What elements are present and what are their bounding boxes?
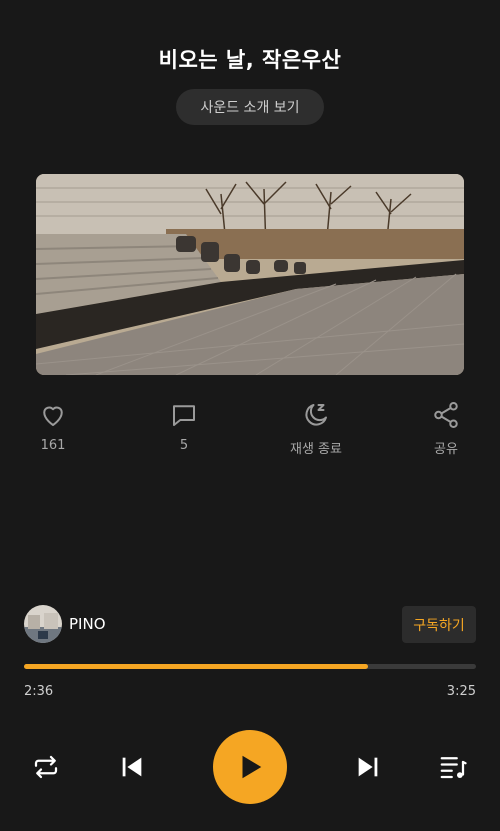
repeat-button[interactable] bbox=[30, 751, 62, 783]
like-count: 161 bbox=[40, 438, 66, 453]
share-icon bbox=[434, 402, 458, 428]
creator-info[interactable]: PINO bbox=[24, 605, 106, 643]
comment-button[interactable]: 5 bbox=[144, 400, 224, 453]
play-icon bbox=[242, 755, 262, 779]
comment-count: 5 bbox=[179, 438, 189, 453]
repeat-icon bbox=[34, 755, 58, 779]
sound-intro-button[interactable]: 사운드 소개 보기 bbox=[176, 89, 324, 125]
playlist-icon bbox=[440, 757, 467, 779]
like-button[interactable]: 161 bbox=[13, 400, 93, 453]
sleep-timer-button[interactable]: 재생 종료 bbox=[276, 400, 356, 457]
next-button[interactable] bbox=[352, 751, 384, 783]
previous-button[interactable] bbox=[116, 751, 148, 783]
share-label: 공유 bbox=[434, 442, 458, 457]
avatar[interactable] bbox=[24, 605, 62, 643]
next-icon bbox=[358, 757, 378, 777]
heart-icon bbox=[43, 406, 63, 426]
progress-bar[interactable] bbox=[24, 664, 476, 669]
share-button[interactable]: 공유 bbox=[406, 400, 486, 457]
progress-fill bbox=[24, 664, 368, 669]
cover-image bbox=[36, 174, 464, 375]
sleep-timer-label: 재생 종료 bbox=[290, 442, 342, 457]
total-time: 3:25 bbox=[446, 684, 476, 699]
sleep-timer-icon bbox=[305, 404, 327, 426]
track-title: 비오는 날, 작은우산 bbox=[158, 48, 342, 72]
creator-name[interactable]: PINO bbox=[69, 615, 106, 633]
play-button[interactable] bbox=[213, 730, 287, 804]
playlist-button[interactable] bbox=[437, 751, 469, 783]
subscribe-button[interactable]: 구독하기 bbox=[402, 606, 476, 643]
action-bar: 161 5 재생 종료 공유 bbox=[0, 400, 500, 460]
comment-icon bbox=[173, 405, 195, 426]
previous-icon bbox=[122, 757, 142, 777]
current-time: 2:36 bbox=[24, 684, 54, 699]
